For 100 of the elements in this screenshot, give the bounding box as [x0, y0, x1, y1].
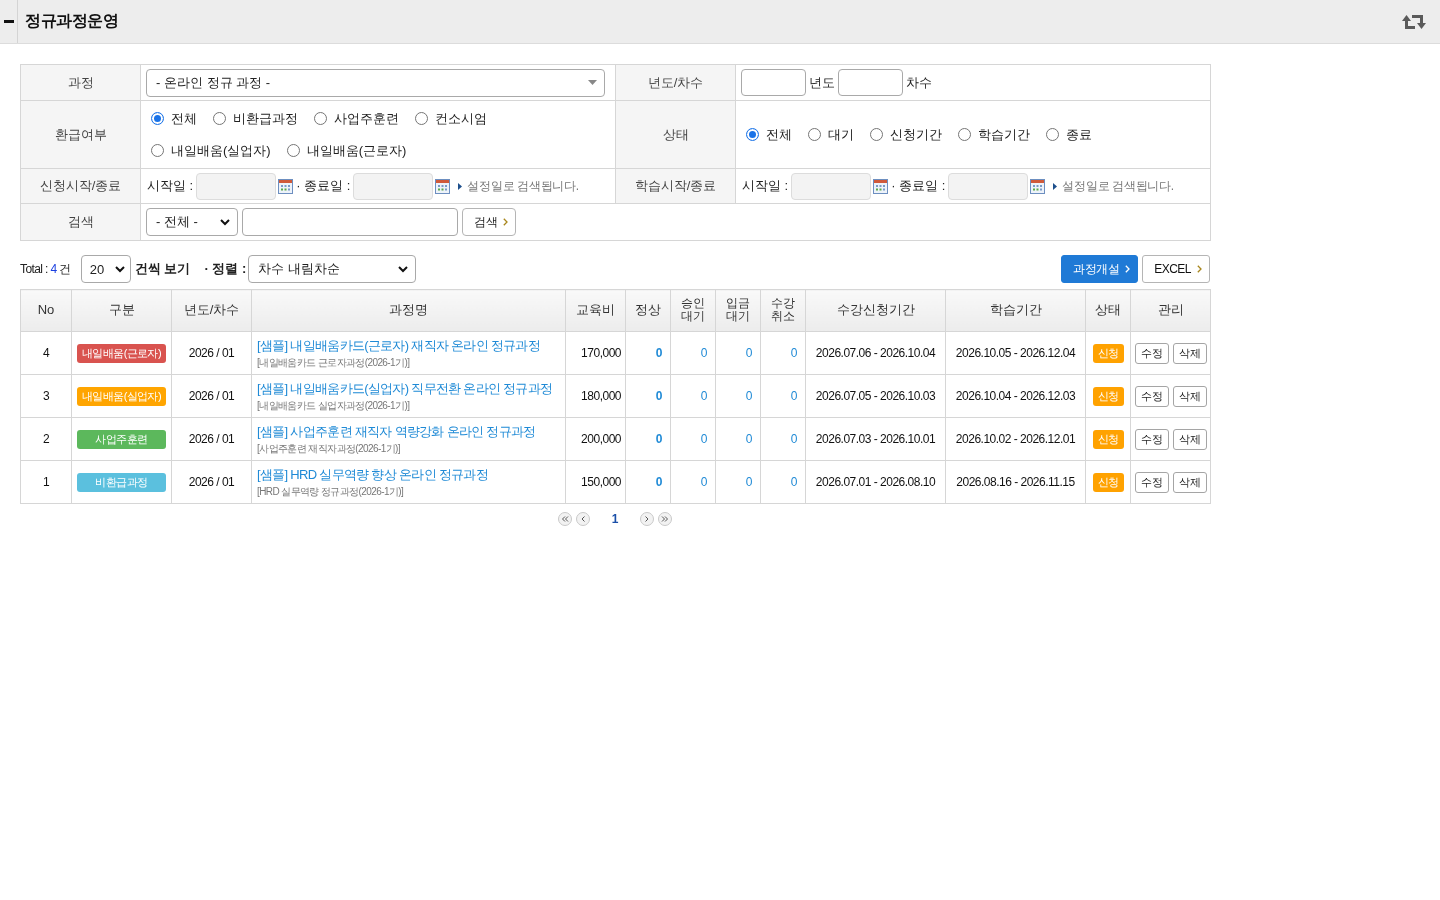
radio-button[interactable]	[808, 128, 821, 141]
column-header: 과정명	[251, 289, 566, 332]
table-cell: 170,000	[565, 331, 626, 375]
radio-button[interactable]	[213, 112, 226, 125]
calendar-icon[interactable]	[873, 178, 889, 194]
table-cell: 2026.07.03 - 2026.10.01	[805, 417, 946, 461]
table-cell: 180,000	[565, 374, 626, 418]
round-input[interactable]	[838, 69, 903, 96]
search-input[interactable]	[242, 208, 458, 236]
radio-label[interactable]: 비환급과정	[233, 109, 298, 128]
date-field[interactable]	[196, 172, 277, 200]
course-title-link[interactable]: [샘플] 내일배움카드(실업자) 직무전환 온라인 정규과정	[257, 379, 560, 398]
field-label: · 종료일 :	[891, 177, 946, 195]
count-link[interactable]: 0	[790, 346, 797, 360]
page-title: 정규과정운영	[25, 11, 119, 31]
radio-button[interactable]	[415, 112, 428, 125]
create-course-button[interactable]: 과정개설	[1061, 255, 1139, 283]
count-link[interactable]: 0	[745, 432, 752, 446]
hint-text: 설정일로 검색됩니다.	[467, 177, 579, 195]
count-link[interactable]: 0	[655, 389, 662, 403]
search-scope-select[interactable]: - 전체 -	[146, 208, 238, 236]
page-link[interactable]: 1	[611, 512, 619, 526]
course-title-link[interactable]: [샘플] HRD 실무역량 향상 온라인 정규과정	[257, 465, 560, 484]
count-link[interactable]: 0	[745, 346, 752, 360]
count-link[interactable]: 0	[745, 475, 752, 489]
column-header: 년도/차수	[171, 289, 252, 332]
radio-button[interactable]	[314, 112, 327, 125]
calendar-icon[interactable]	[435, 178, 451, 194]
date-field[interactable]	[948, 172, 1029, 200]
delete-button[interactable]: 삭제	[1172, 342, 1207, 364]
edit-button[interactable]: 수정	[1134, 342, 1169, 364]
course-subtitle: [내일배움카드 실업자과정(2026-1기)]	[257, 398, 411, 413]
chevron-icon	[503, 218, 508, 226]
count-link[interactable]: 0	[700, 432, 707, 446]
edit-button[interactable]: 수정	[1134, 385, 1169, 407]
delete-button[interactable]: 삭제	[1172, 428, 1207, 450]
radio-button[interactable]	[746, 128, 759, 141]
triangle-icon	[1053, 182, 1058, 190]
column-header: 교육비	[565, 289, 626, 332]
previous-page-icon[interactable]	[575, 512, 590, 526]
filter-label: 학습시작/종료	[615, 168, 736, 204]
refresh-icon[interactable]	[1402, 13, 1426, 30]
radio-button[interactable]	[151, 112, 164, 125]
radio-label[interactable]: 사업주훈련	[334, 109, 399, 128]
table-cell: 2026.10.05 - 2026.12.04	[945, 331, 1086, 375]
count-link[interactable]: 0	[700, 389, 707, 403]
calendar-icon[interactable]	[1030, 178, 1046, 194]
column-header: 구분	[71, 289, 172, 332]
count-link[interactable]: 0	[745, 389, 752, 403]
filter-label: 상태	[615, 100, 736, 169]
category-tag: 사업주훈련	[77, 429, 166, 449]
calendar-icon[interactable]	[278, 178, 294, 194]
radio-label[interactable]: 내일배움(근로자)	[306, 141, 407, 160]
next-page-icon[interactable]	[640, 512, 655, 526]
year-input[interactable]	[741, 69, 806, 96]
edit-button[interactable]: 수정	[1134, 428, 1169, 450]
category-tag: 내일배움(근로자)	[77, 343, 166, 363]
minus-icon[interactable]	[3, 20, 14, 23]
table-cell: 2026.07.06 - 2026.10.04	[805, 331, 946, 375]
course-select[interactable]: - 온라인 정규 과정 -	[146, 68, 605, 97]
radio-label[interactable]: 내일배움(실업자)	[171, 141, 271, 160]
radio-label[interactable]: 전체	[766, 125, 792, 144]
radio-label[interactable]: 대기	[828, 125, 854, 144]
edit-button[interactable]: 수정	[1134, 471, 1169, 493]
delete-button[interactable]: 삭제	[1172, 385, 1207, 407]
count-link[interactable]: 0	[700, 475, 707, 489]
chevron-icon	[398, 265, 409, 273]
count-link[interactable]: 0	[655, 475, 662, 489]
radio-label[interactable]: 종료	[1066, 125, 1092, 144]
count-link[interactable]: 0	[790, 389, 797, 403]
course-title-link[interactable]: [샘플] 내일배움카드(근로자) 재직자 온라인 정규과정	[257, 336, 560, 355]
page-size-select[interactable]: 20	[80, 255, 131, 283]
radio-button[interactable]	[870, 128, 883, 141]
column-header: 관리	[1130, 289, 1211, 332]
delete-button[interactable]: 삭제	[1172, 471, 1207, 493]
category-tag: 비환급과정	[77, 472, 166, 492]
column-header: 입금 대기	[715, 289, 761, 332]
search-button[interactable]: 검색	[462, 208, 516, 236]
table-cell: 2026.07.05 - 2026.10.03	[805, 374, 946, 418]
radio-button[interactable]	[151, 144, 164, 157]
radio-label[interactable]: 학습기간	[978, 125, 1030, 144]
count-link[interactable]: 0	[790, 475, 797, 489]
radio-label[interactable]: 전체	[171, 109, 197, 128]
count-link[interactable]: 0	[655, 346, 662, 360]
count-link[interactable]: 0	[790, 432, 797, 446]
column-header: 정상	[625, 289, 671, 332]
radio-label[interactable]: 신청기간	[890, 125, 942, 144]
course-title-link[interactable]: [샘플] 사업주훈련 재직자 역량강화 온라인 정규과정	[257, 422, 560, 441]
count-link[interactable]: 0	[700, 346, 707, 360]
sort-select[interactable]: 차수 내림차순	[248, 255, 417, 283]
radio-button[interactable]	[286, 144, 300, 157]
radio-label[interactable]: 컨소시엄	[435, 109, 487, 128]
first-page-icon[interactable]	[557, 512, 572, 526]
count-link[interactable]: 0	[655, 432, 662, 446]
date-field[interactable]	[791, 172, 872, 200]
excel-button[interactable]: EXCEL	[1142, 255, 1210, 283]
radio-button[interactable]	[958, 128, 971, 141]
last-page-icon[interactable]	[658, 512, 673, 526]
date-field[interactable]	[353, 172, 434, 200]
radio-button[interactable]	[1046, 128, 1059, 141]
